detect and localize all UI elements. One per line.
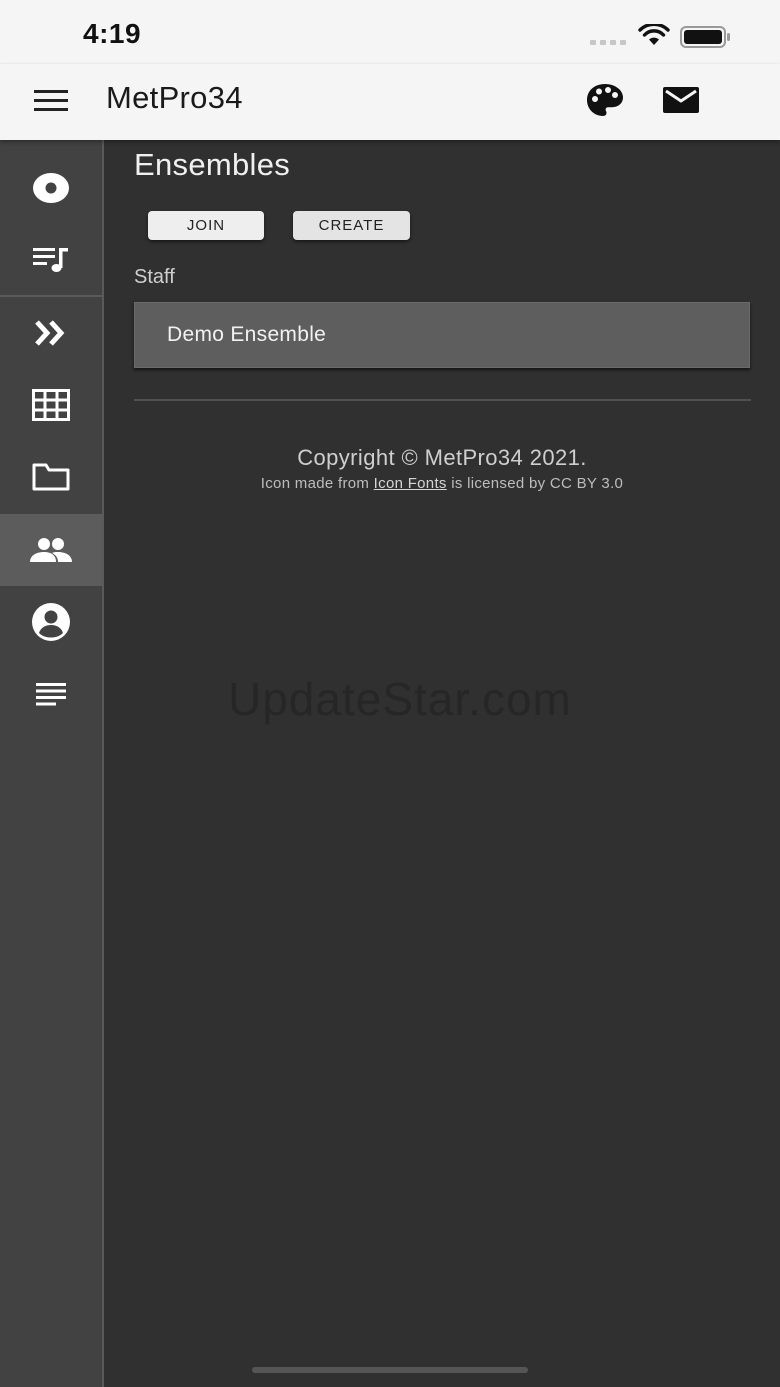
- divider: [134, 399, 751, 401]
- credit-prefix: Icon made from: [260, 475, 370, 492]
- disc-icon: [33, 173, 69, 203]
- sidebar-item-grid[interactable]: [0, 369, 102, 441]
- account-circle-icon: [32, 603, 70, 641]
- icon-fonts-link[interactable]: Icon Fonts: [374, 475, 447, 492]
- battery-icon: [680, 26, 730, 48]
- status-bar: 4:19: [0, 0, 780, 64]
- home-indicator: [252, 1367, 528, 1373]
- join-button[interactable]: JOIN: [148, 211, 264, 240]
- create-button[interactable]: CREATE: [293, 211, 410, 240]
- hamburger-menu-icon: [34, 90, 68, 111]
- grid-icon: [32, 389, 70, 421]
- sidebar-item-forward[interactable]: [0, 297, 102, 369]
- sidebar-item-account[interactable]: [0, 586, 102, 658]
- section-label-staff: Staff: [134, 266, 175, 288]
- menu-button[interactable]: [34, 88, 68, 114]
- palette-icon: [587, 84, 623, 116]
- mail-icon: [663, 87, 699, 113]
- app-title: MetPro34: [106, 80, 243, 115]
- notes-icon: [36, 683, 66, 706]
- messages-button[interactable]: [662, 86, 700, 119]
- theme-button[interactable]: [585, 82, 625, 123]
- sidebar: [0, 140, 104, 1387]
- app-bar: MetPro34: [0, 64, 780, 140]
- wifi-icon: [638, 24, 670, 45]
- folder-icon: [32, 463, 70, 491]
- copyright-text: Copyright © MetPro34 2021.: [297, 445, 587, 470]
- sidebar-item-ensembles[interactable]: [0, 514, 102, 586]
- icon-credit: Icon made from Icon Fonts is licensed by…: [104, 475, 780, 492]
- sidebar-item-notes[interactable]: [0, 658, 102, 730]
- list-item[interactable]: Demo Ensemble: [134, 302, 750, 368]
- sidebar-item-folder[interactable]: [0, 441, 102, 513]
- sidebar-item-disc[interactable]: [0, 152, 102, 224]
- credit-suffix: is licensed by CC BY 3.0: [451, 475, 624, 492]
- ensemble-name: Demo Ensemble: [167, 323, 327, 346]
- playlist-icon: [33, 248, 68, 272]
- sidebar-item-playlist[interactable]: [0, 224, 102, 296]
- double-chevron-icon: [35, 320, 65, 346]
- people-icon: [30, 538, 72, 562]
- page-title: Ensembles: [134, 147, 291, 182]
- status-time: 4:19: [83, 18, 142, 49]
- cellular-signal-icon: [590, 40, 626, 45]
- watermark: UpdateStar.com: [228, 673, 572, 725]
